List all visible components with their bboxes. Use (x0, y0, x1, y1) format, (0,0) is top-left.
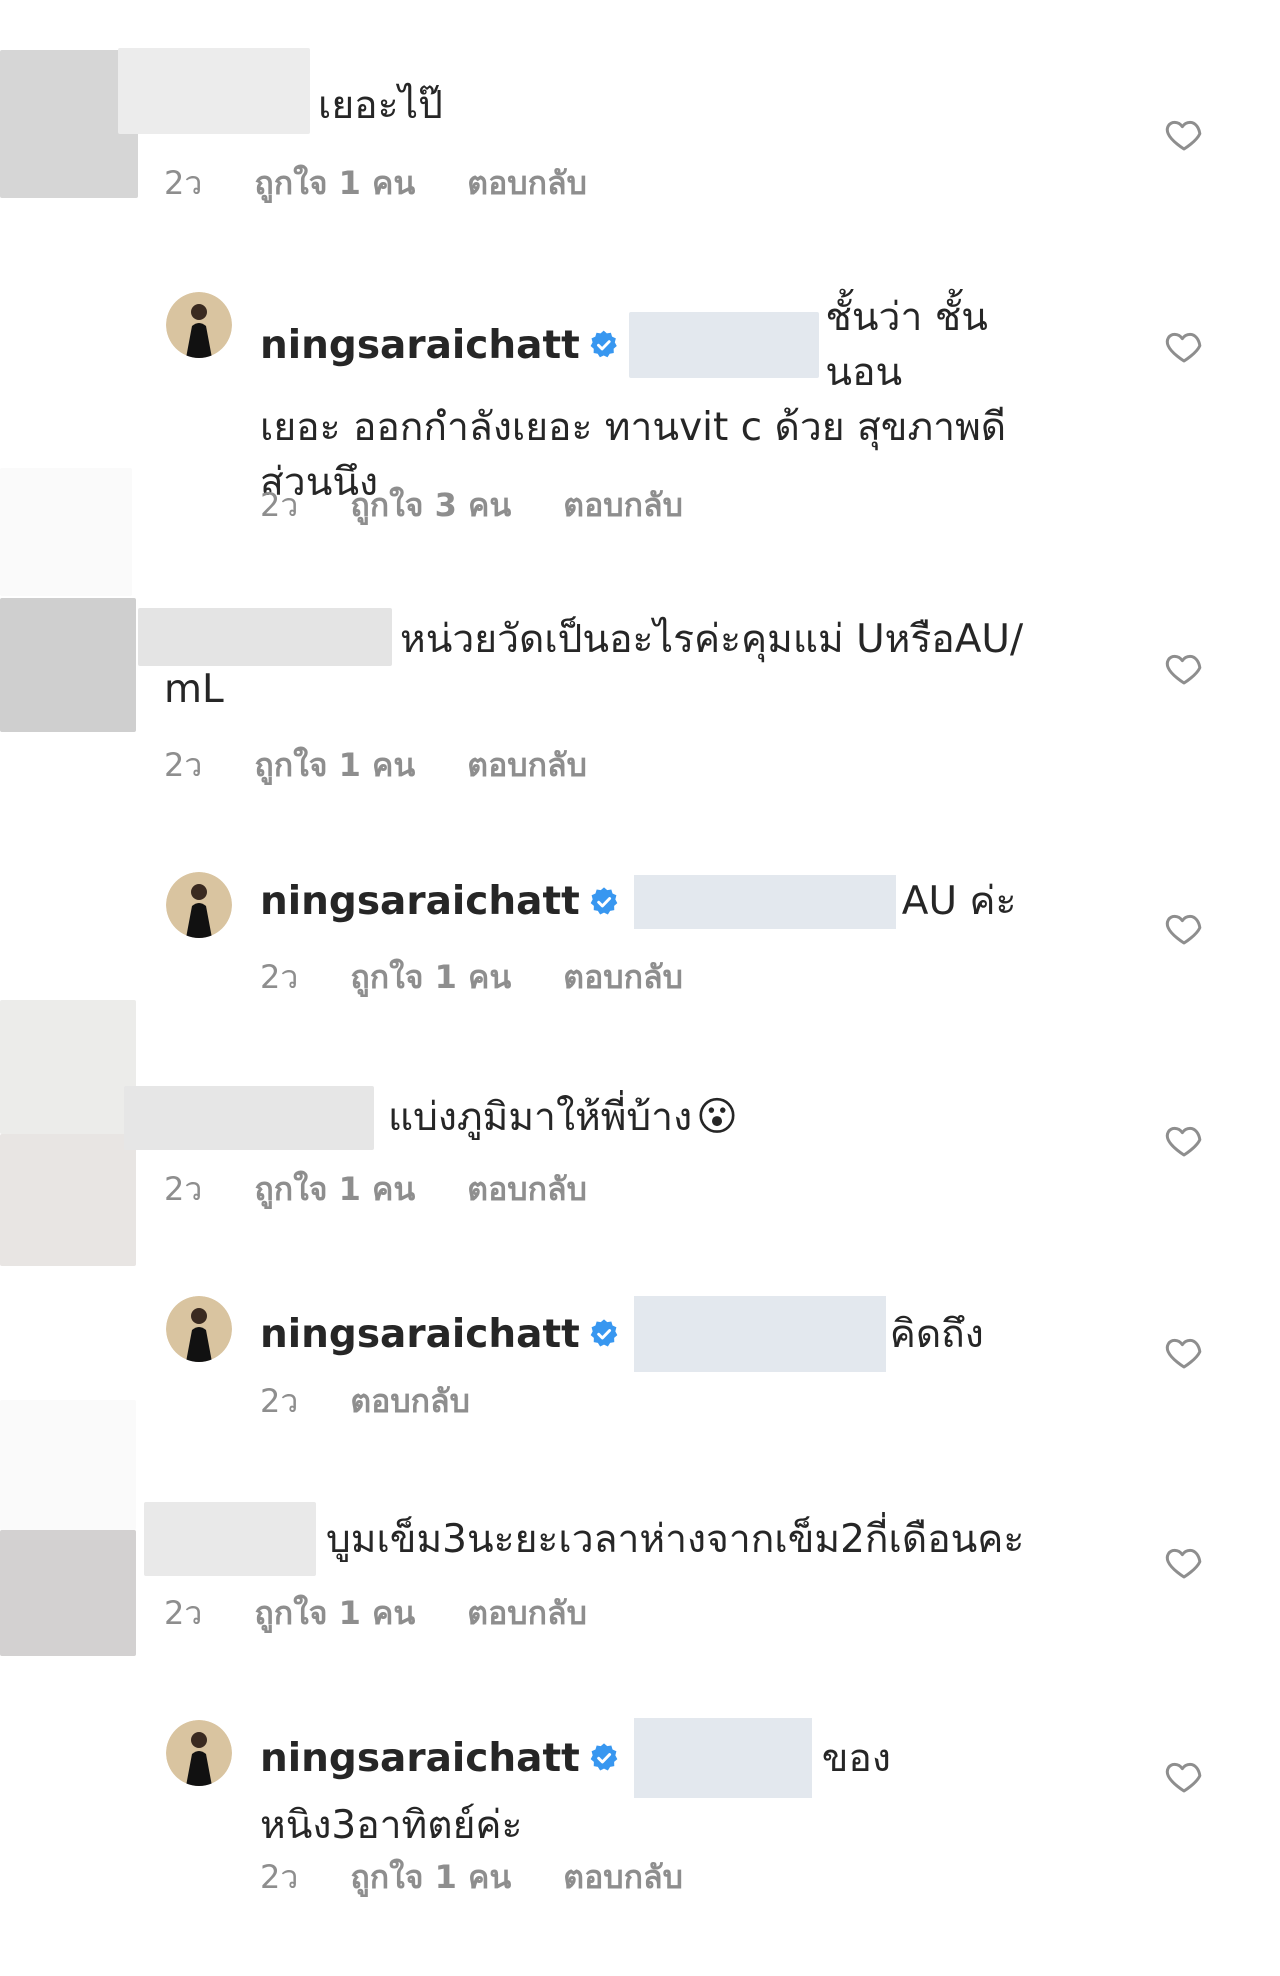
verified-badge-icon (590, 886, 618, 915)
username[interactable]: ningsaraichatt (260, 874, 580, 929)
avatar[interactable] (166, 1296, 232, 1362)
comment-likes[interactable]: ถูกใจ 1 คน (254, 740, 415, 791)
reply-button[interactable]: ตอบกลับ (467, 740, 587, 791)
blurred-mention[interactable] (633, 1718, 812, 1798)
avatar[interactable] (166, 872, 232, 938)
heart-outline-icon[interactable] (1164, 1542, 1204, 1582)
comments-screen: เยอะไป๊ 2ว ถูกใจ 1 คน ตอบกลับ ningsaraic… (0, 0, 1280, 1976)
comment-meta: 2ว ถูกใจ 3 คน ตอบกลับ (260, 480, 683, 531)
comment-text: บูมเข็ม3นะยะเวลาห่างจากเข็ม2กี่เดือนคะ (326, 1517, 1025, 1562)
blurred-mention[interactable] (633, 874, 896, 929)
reply-comment: ningsaraichatt AU ค่ะ (260, 874, 1016, 929)
comment-text-line1: หน่วยวัดเป็นอะไรค่ะคุมแม่ UหรือAU/ (400, 617, 1024, 662)
comment-likes[interactable]: ถูกใจ 1 คน (254, 1588, 415, 1639)
blurred-avatar[interactable] (0, 1134, 136, 1266)
blurred-username[interactable] (138, 608, 392, 666)
comment-time: 2ว (164, 164, 203, 202)
username[interactable]: ningsaraichatt (260, 1731, 580, 1786)
comment-likes[interactable]: ถูกใจ 1 คน (350, 1852, 511, 1903)
comment-text-line2: mL (164, 667, 224, 712)
comment-text: AU ค่ะ (901, 879, 1017, 924)
comment-time: 2ว (260, 958, 299, 996)
comment-likes[interactable]: ถูกใจ 3 คน (350, 480, 511, 531)
comment-text-line2: หนิง3อาทิตย์ค่ะ (260, 1803, 523, 1848)
heart-outline-icon[interactable] (1164, 1756, 1204, 1796)
blurred-avatar[interactable] (0, 1400, 136, 1530)
surprised-face-icon: 😮 (696, 1094, 738, 1140)
heart-outline-icon[interactable] (1164, 1120, 1204, 1160)
comment-likes[interactable]: ถูกใจ 1 คน (350, 952, 511, 1003)
reply-button[interactable]: ตอบกลับ (350, 1376, 470, 1427)
comment-time: 2ว (164, 746, 203, 784)
verified-badge-icon (590, 1743, 618, 1771)
username[interactable]: ningsaraichatt (260, 1307, 580, 1362)
username[interactable]: ningsaraichatt (260, 318, 580, 373)
blurred-avatar[interactable] (0, 468, 132, 596)
avatar-image (166, 872, 232, 938)
comment-time: 2ว (260, 1382, 299, 1420)
reply-comment: ningsaraichatt คิดถึง (260, 1296, 984, 1372)
heart-outline-icon[interactable] (1164, 114, 1204, 154)
reply-button[interactable]: ตอบกลับ (467, 1164, 587, 1215)
comment-text-line2: เยอะ ออกกำลังเยอะ ทานvit c ด้วย สุขภาพดี (260, 405, 1007, 450)
reply-comment: ningsaraichatt ของ หนิง3อาทิตย์ค่ะ (260, 1718, 1060, 1853)
verified-badge-icon (590, 330, 617, 358)
comment-meta: 2ว ถูกใจ 1 คน ตอบกลับ (164, 158, 587, 209)
comment-text: คิดถึง (889, 1311, 984, 1357)
comment-meta: 2ว ถูกใจ 1 คน ตอบกลับ (260, 952, 683, 1003)
reply-button[interactable]: ตอบกลับ (467, 1588, 587, 1639)
blurred-avatar[interactable] (0, 1530, 136, 1656)
avatar-image (166, 1720, 232, 1786)
blurred-username[interactable] (144, 1502, 316, 1576)
comment-meta: 2ว ตอบกลับ (260, 1376, 470, 1427)
reply-button[interactable]: ตอบกลับ (467, 158, 587, 209)
comment-text-body: แบ่งภูมิมาให้พี่บ้าง (388, 1095, 693, 1140)
avatar[interactable] (166, 292, 232, 358)
heart-outline-icon[interactable] (1164, 908, 1204, 948)
comment-time: 2ว (164, 1170, 203, 1208)
avatar-image (166, 1296, 232, 1362)
blurred-username[interactable] (118, 48, 310, 134)
comment-text: แบ่งภูมิมาให้พี่บ้าง 😮 (388, 1090, 738, 1145)
blurred-mention[interactable] (629, 312, 820, 378)
heart-outline-icon[interactable] (1164, 326, 1204, 366)
verified-badge-icon (590, 1319, 618, 1347)
avatar-image (166, 292, 232, 358)
blurred-avatar[interactable] (0, 1000, 136, 1134)
avatar[interactable] (166, 1720, 232, 1786)
comment-time: 2ว (260, 1858, 299, 1896)
comment-time: 2ว (260, 486, 299, 524)
comment-text: เยอะไป๊ (318, 83, 443, 128)
reply-button[interactable]: ตอบกลับ (563, 1852, 683, 1903)
comment-meta: 2ว ถูกใจ 1 คน ตอบกลับ (164, 1164, 587, 1215)
comment-text-line1: ชั้นว่า ชั้นนอน (825, 295, 988, 395)
comment-text-line1: ของ (821, 1735, 891, 1781)
comment-time: 2ว (164, 1594, 203, 1632)
blurred-mention[interactable] (633, 1296, 886, 1372)
reply-button[interactable]: ตอบกลับ (563, 480, 683, 531)
comment-likes[interactable]: ถูกใจ 1 คน (254, 1164, 415, 1215)
heart-outline-icon[interactable] (1164, 648, 1204, 688)
comment-meta: 2ว ถูกใจ 1 คน ตอบกลับ (164, 1588, 587, 1639)
heart-outline-icon[interactable] (1164, 1332, 1204, 1372)
reply-comment: ningsaraichatt ชั้นว่า ชั้นนอน เยอะ ออกก… (260, 290, 1060, 510)
comment-meta: 2ว ถูกใจ 1 คน ตอบกลับ (260, 1852, 683, 1903)
blurred-avatar[interactable] (0, 598, 136, 732)
blurred-username[interactable] (124, 1086, 374, 1150)
comment-likes[interactable]: ถูกใจ 1 คน (254, 158, 415, 209)
reply-button[interactable]: ตอบกลับ (563, 952, 683, 1003)
comment-meta: 2ว ถูกใจ 1 คน ตอบกลับ (164, 740, 587, 791)
